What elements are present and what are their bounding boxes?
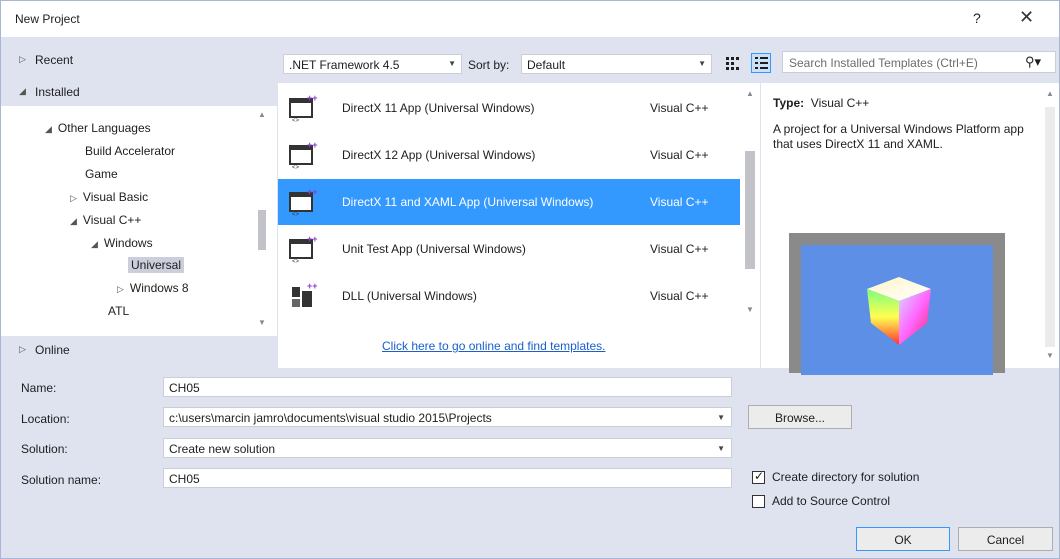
template-row[interactable]: ++ DLL (Universal Windows) Visual C++ [278, 273, 740, 319]
template-row[interactable]: ++ <> Unit Test App (Universal Windows) … [278, 226, 740, 272]
template-details: Type: Visual C++ A project for a Univers… [761, 83, 1059, 375]
solution-name-label: Solution name: [21, 473, 102, 487]
name-label: Name: [21, 381, 57, 395]
unit-test-app-icon: ++ <> [289, 234, 318, 264]
category-pane: ▷ Recent ◢ Installed ◢ Other Languages Bu… [1, 37, 277, 371]
help-button[interactable]: ? [973, 10, 981, 26]
directx-app-icon: ++ <> [289, 140, 318, 170]
source-control-checkbox[interactable] [752, 495, 765, 508]
search-input[interactable]: Search Installed Templates (Ctrl+E) ⚲▾ [782, 51, 1056, 73]
tree-scrollbar[interactable]: ▲ ▼ [255, 106, 269, 336]
list-view-button[interactable] [751, 53, 771, 73]
tree-item-visual-cpp[interactable]: ◢ Visual C++ [70, 213, 141, 227]
source-control-label[interactable]: Add to Source Control [772, 494, 890, 508]
grid-view-icon [726, 57, 739, 70]
template-row[interactable]: ++ <> DirectX 11 App (Universal Windows)… [278, 85, 740, 131]
svg-text:++: ++ [307, 187, 318, 197]
template-row[interactable]: ++ <> DirectX 12 App (Universal Windows)… [278, 132, 740, 178]
solution-label: Solution: [21, 442, 68, 456]
collapse-icon: ◢ [19, 86, 26, 96]
online-section[interactable]: ▷ Online [1, 339, 277, 361]
scroll-down-icon[interactable]: ▼ [1046, 351, 1054, 360]
solution-name-input[interactable]: CH05 [163, 468, 732, 488]
chevron-down-icon: ▼ [448, 59, 456, 68]
collapse-icon: ◢ [91, 239, 98, 249]
expand-icon: ▷ [70, 193, 77, 203]
template-list-scrollbar[interactable]: ▲ ▼ [740, 83, 760, 368]
tree-item-windows-8[interactable]: ▷ Windows 8 [117, 281, 189, 295]
online-templates-link[interactable]: Click here to go online and find templat… [382, 339, 605, 353]
sort-select[interactable]: Default ▼ [521, 54, 712, 74]
template-tree: ◢ Other Languages Build Accelerator Game … [1, 106, 277, 336]
collapse-icon: ◢ [45, 124, 52, 134]
expand-icon: ▷ [117, 284, 124, 294]
close-button[interactable]: ✕ [1019, 7, 1034, 28]
scroll-up-icon[interactable]: ▲ [746, 89, 754, 98]
tree-item-atl[interactable]: ATL [108, 304, 129, 318]
svg-text:++: ++ [307, 234, 318, 244]
scrollbar-thumb[interactable] [258, 210, 266, 250]
template-list: ++ <> DirectX 11 App (Universal Windows)… [278, 83, 760, 368]
details-scrollbar[interactable]: ▲ ▼ [1041, 83, 1059, 368]
create-directory-checkbox[interactable]: ✓ [752, 469, 765, 484]
chevron-down-icon: ▼ [698, 59, 706, 68]
template-type: Type: Visual C++ [773, 96, 870, 110]
framework-select[interactable]: .NET Framework 4.5 ▼ [283, 54, 462, 74]
location-combobox[interactable]: c:\users\marcin jamro\documents\visual s… [163, 407, 732, 427]
svg-text:++: ++ [307, 281, 318, 291]
new-project-dialog: New Project ? ✕ ▷ Recent ◢ Installed ◢ Ot… [0, 0, 1060, 559]
recent-label: Recent [35, 53, 74, 67]
svg-text:<>: <> [292, 165, 300, 170]
chevron-down-icon: ▼ [717, 444, 725, 453]
template-row-selected[interactable]: ++ <> DirectX 11 and XAML App (Universal… [278, 179, 740, 225]
svg-text:<>: <> [292, 259, 300, 264]
expand-icon: ▷ [19, 344, 26, 354]
svg-text:++: ++ [307, 140, 318, 150]
checkmark-icon: ✓ [754, 469, 765, 483]
dll-icon: ++ [292, 281, 318, 307]
collapse-icon: ◢ [70, 216, 77, 226]
template-preview-image [789, 233, 1005, 375]
svg-text:<>: <> [292, 118, 300, 123]
chevron-down-icon: ▼ [717, 413, 725, 422]
small-icons-view-button[interactable] [723, 54, 741, 72]
scrollbar-thumb[interactable] [1045, 107, 1055, 347]
tree-item-other-languages[interactable]: ◢ Other Languages [45, 121, 151, 135]
directx-xaml-app-icon: ++ <> [289, 187, 318, 217]
installed-section[interactable]: ◢ Installed [1, 81, 277, 103]
search-icon[interactable]: ⚲▾ [1025, 54, 1041, 70]
scroll-down-icon[interactable]: ▼ [746, 305, 754, 314]
name-input[interactable]: CH05 [163, 377, 732, 397]
solution-select[interactable]: Create new solution ▼ [163, 438, 732, 458]
dialog-title: New Project [15, 12, 80, 26]
location-label: Location: [21, 412, 70, 426]
scrollbar-thumb[interactable] [745, 151, 755, 269]
tree-item-build-accelerator[interactable]: Build Accelerator [85, 144, 175, 158]
svg-text:++: ++ [307, 93, 318, 103]
tree-item-visual-basic[interactable]: ▷ Visual Basic [70, 190, 148, 204]
sort-by-label: Sort by: [468, 58, 510, 72]
svg-text:<>: <> [292, 212, 300, 217]
scroll-up-icon[interactable]: ▲ [258, 110, 266, 119]
tree-item-game[interactable]: Game [85, 167, 118, 181]
browse-button[interactable]: Browse... [748, 405, 852, 429]
scroll-down-icon[interactable]: ▼ [258, 318, 266, 327]
template-description: A project for a Universal Windows Platfo… [773, 122, 1024, 151]
installed-label: Installed [35, 85, 80, 99]
directx-app-icon: ++ <> [289, 93, 318, 123]
title-bar: New Project ? ✕ [1, 1, 1059, 37]
create-directory-label[interactable]: Create directory for solution [772, 470, 919, 484]
tree-item-windows[interactable]: ◢ Windows [91, 236, 153, 250]
expand-icon: ▷ [19, 54, 26, 64]
cancel-button[interactable]: Cancel [958, 527, 1053, 551]
online-label: Online [35, 343, 70, 357]
color-cube-image [867, 277, 931, 345]
scroll-up-icon[interactable]: ▲ [1046, 89, 1054, 98]
recent-section[interactable]: ▷ Recent [1, 49, 277, 71]
ok-button[interactable]: OK [856, 527, 950, 551]
list-view-icon [755, 57, 768, 69]
tree-item-universal[interactable]: Universal [128, 257, 185, 273]
